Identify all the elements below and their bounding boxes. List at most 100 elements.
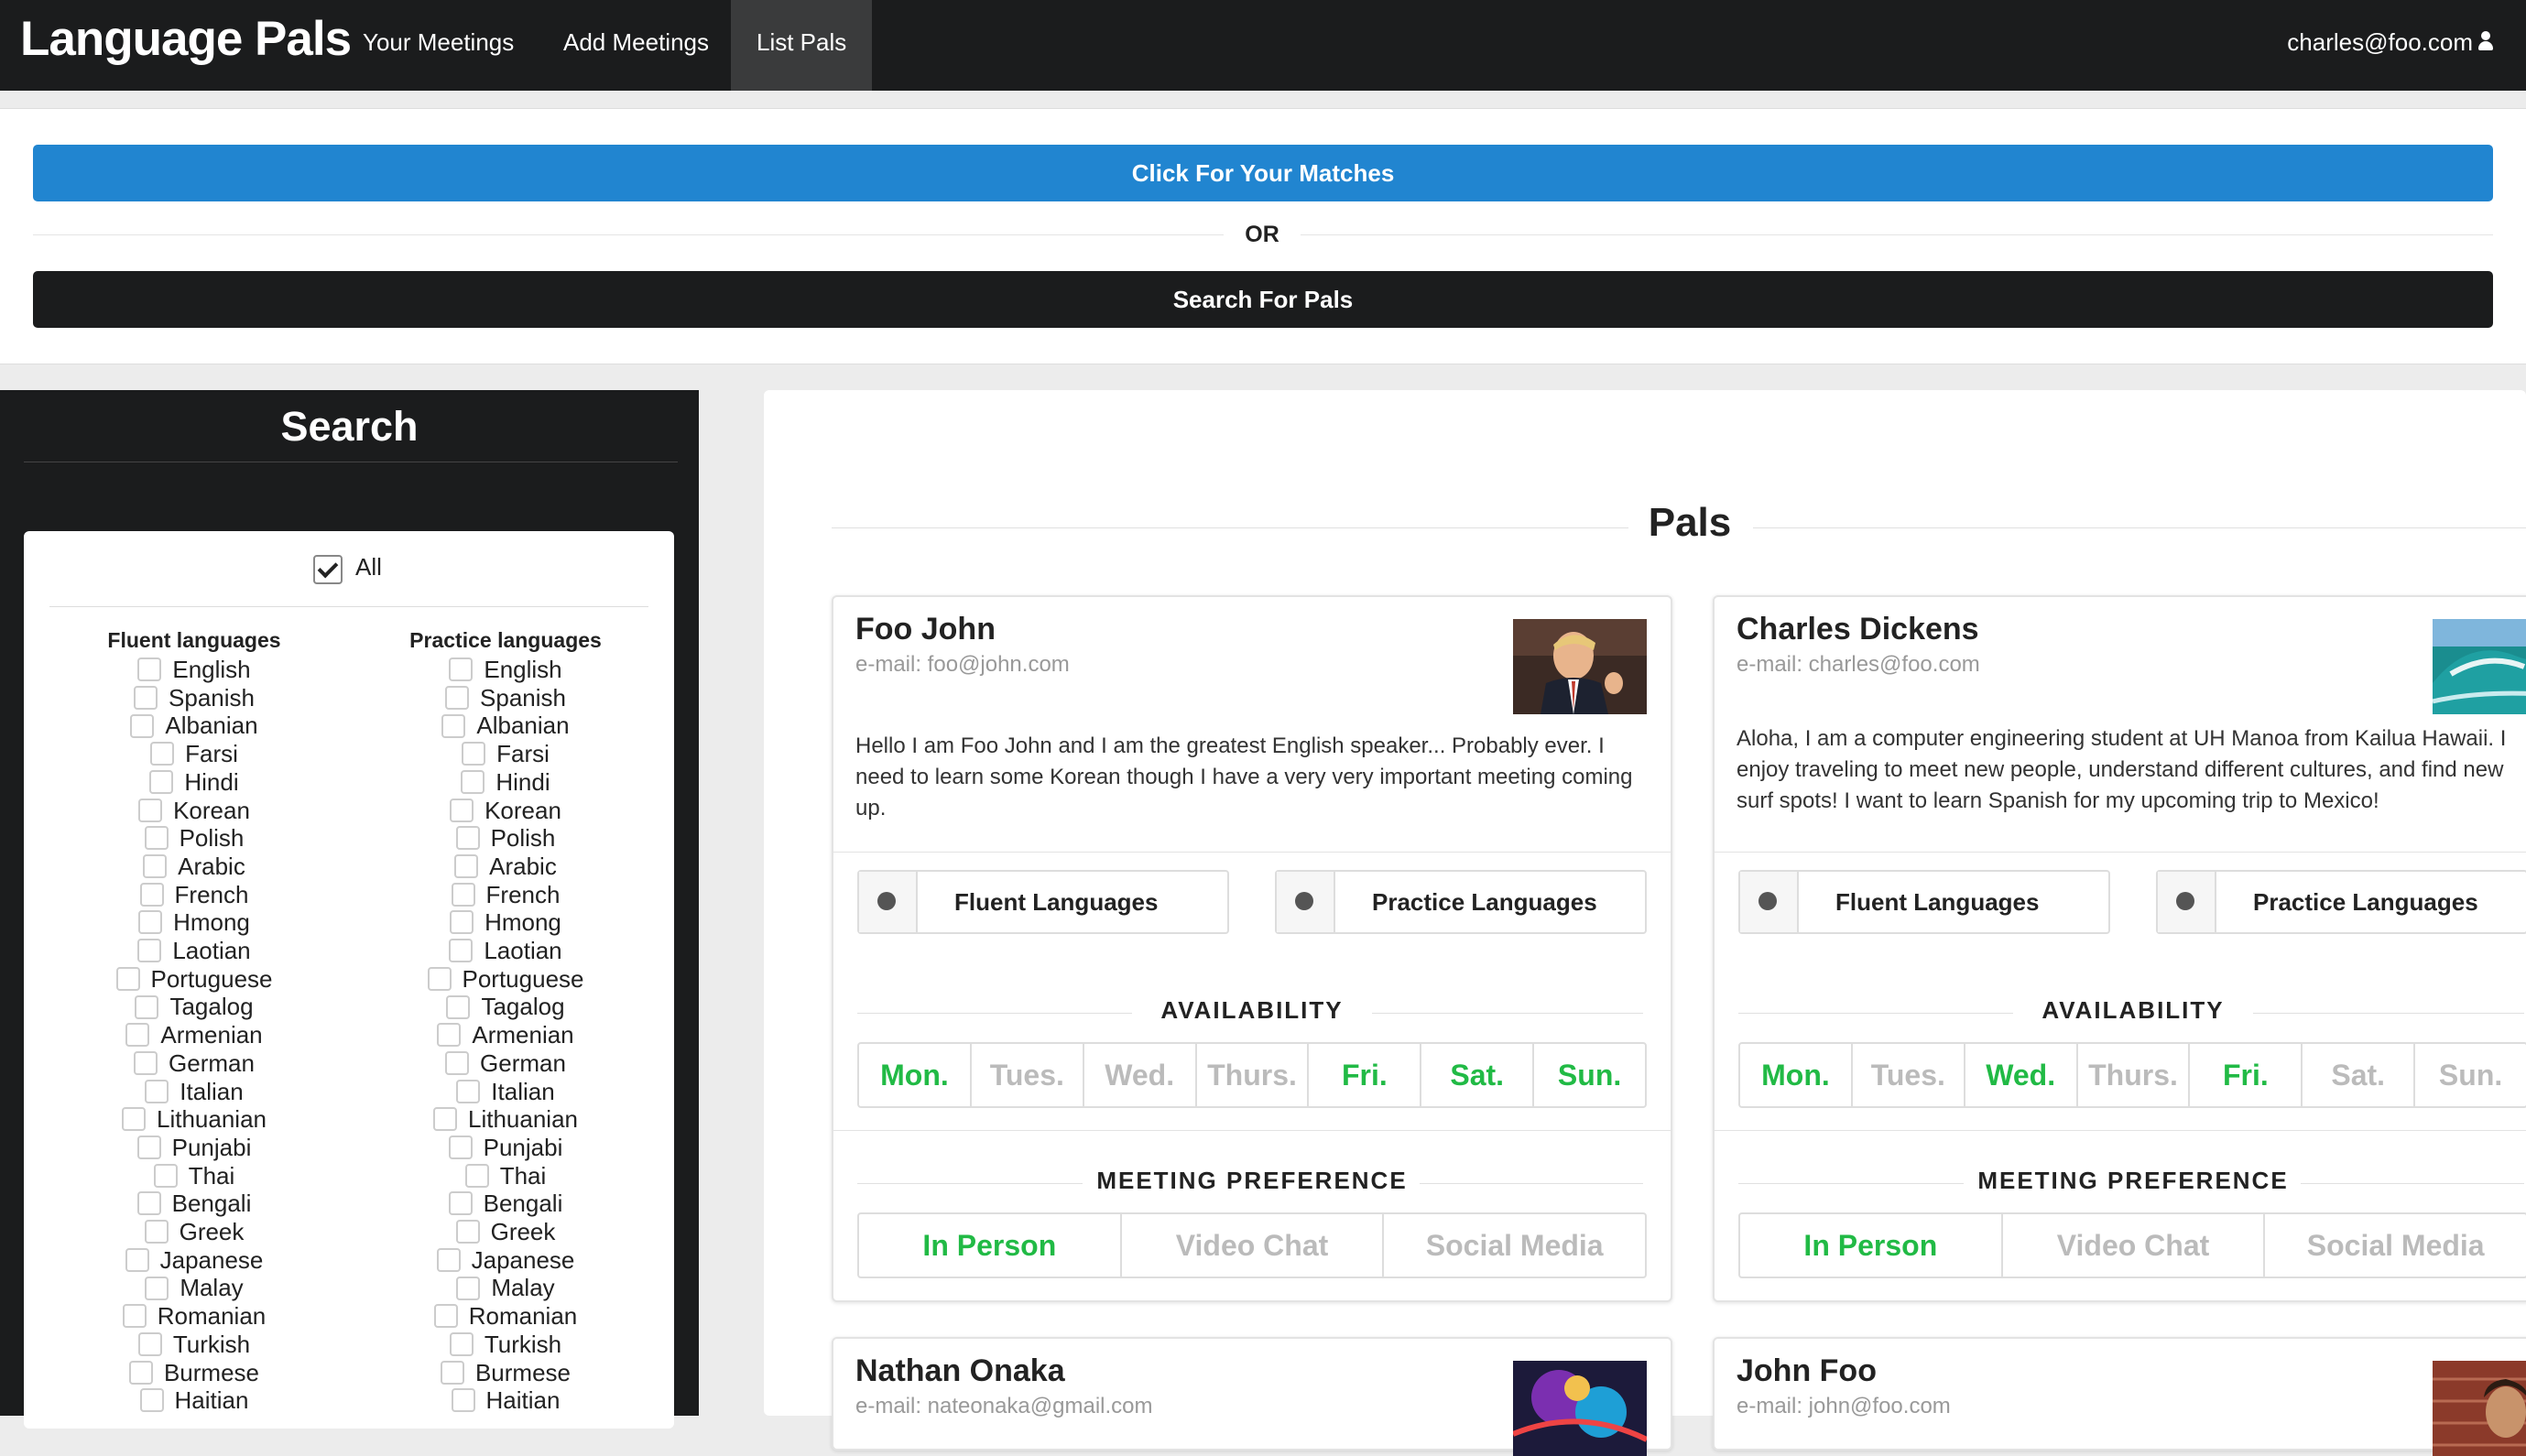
practice-language-checkbox[interactable] [451, 882, 475, 907]
practice-language-option[interactable]: Portuguese [387, 965, 625, 993]
fluent-language-option[interactable]: Punjabi [75, 1134, 313, 1161]
practice-language-option[interactable]: Hmong [387, 908, 625, 936]
practice-language-checkbox[interactable] [433, 1107, 457, 1132]
fluent-language-option[interactable]: Farsi [75, 740, 313, 767]
fluent-language-checkbox[interactable] [128, 1360, 153, 1385]
fluent-language-option[interactable]: Hindi [75, 768, 313, 796]
practice-language-option[interactable]: English [387, 656, 625, 683]
nav-list-pals[interactable]: List Pals [731, 0, 873, 91]
fluent-language-option[interactable]: Korean [75, 797, 313, 824]
practice-language-option[interactable]: Romanian [387, 1302, 625, 1330]
fluent-language-checkbox[interactable] [139, 882, 164, 907]
practice-language-option[interactable]: Turkish [387, 1331, 625, 1358]
practice-language-checkbox[interactable] [441, 713, 466, 738]
practice-language-checkbox[interactable] [437, 1023, 462, 1048]
practice-language-option[interactable]: Korean [387, 797, 625, 824]
fluent-language-checkbox[interactable] [130, 713, 155, 738]
practice-language-checkbox[interactable] [462, 742, 486, 766]
fluent-language-checkbox[interactable] [115, 966, 140, 991]
fluent-language-checkbox[interactable] [145, 1079, 169, 1103]
practice-language-checkbox[interactable] [446, 994, 471, 1019]
fluent-language-checkbox[interactable] [143, 854, 168, 879]
practice-language-option[interactable]: Polish [387, 824, 625, 852]
practice-language-checkbox[interactable] [455, 1220, 480, 1244]
matches-button[interactable]: Click For Your Matches [33, 145, 2493, 201]
fluent-language-option[interactable]: Haitian [75, 1386, 313, 1414]
fluent-language-option[interactable]: Hmong [75, 908, 313, 936]
fluent-language-option[interactable]: French [75, 881, 313, 908]
practice-language-checkbox[interactable] [427, 966, 452, 991]
fluent-language-checkbox[interactable] [134, 685, 158, 710]
practice-language-checkbox[interactable] [456, 1276, 481, 1300]
fluent-language-option[interactable]: Arabic [75, 853, 313, 880]
fluent-language-checkbox[interactable] [136, 1191, 161, 1216]
practice-languages-button[interactable]: Practice Languages [1275, 870, 1647, 934]
fluent-language-option[interactable]: Greek [75, 1218, 313, 1245]
practice-language-option[interactable]: Haitian [387, 1386, 625, 1414]
practice-language-checkbox[interactable] [456, 1079, 481, 1103]
practice-language-option[interactable]: Thai [387, 1162, 625, 1190]
practice-language-checkbox[interactable] [464, 1163, 489, 1188]
fluent-language-option[interactable]: Turkish [75, 1331, 313, 1358]
fluent-language-option[interactable]: Polish [75, 824, 313, 852]
practice-language-checkbox[interactable] [433, 1304, 458, 1329]
practice-language-checkbox[interactable] [451, 1388, 475, 1413]
search-pals-button[interactable]: Search For Pals [33, 271, 2493, 328]
fluent-language-checkbox[interactable] [138, 910, 163, 935]
fluent-language-checkbox[interactable] [134, 1050, 158, 1075]
practice-language-option[interactable]: Albanian [387, 712, 625, 739]
fluent-language-option[interactable]: German [75, 1049, 313, 1077]
practice-language-option[interactable]: Hindi [387, 768, 625, 796]
fluent-languages-button[interactable]: Fluent Languages [1738, 870, 2110, 934]
practice-language-option[interactable]: Farsi [387, 740, 625, 767]
practice-language-option[interactable]: Lithuanian [387, 1105, 625, 1133]
fluent-language-option[interactable]: Portuguese [75, 965, 313, 993]
fluent-language-option[interactable]: Albanian [75, 712, 313, 739]
fluent-language-option[interactable]: Japanese [75, 1246, 313, 1274]
fluent-language-option[interactable]: Burmese [75, 1359, 313, 1386]
practice-language-option[interactable]: Laotian [387, 937, 625, 964]
practice-language-option[interactable]: German [387, 1049, 625, 1077]
practice-language-checkbox[interactable] [449, 939, 474, 963]
fluent-languages-button[interactable]: Fluent Languages [857, 870, 1229, 934]
fluent-language-checkbox[interactable] [125, 1023, 150, 1048]
fluent-language-option[interactable]: Romanian [75, 1302, 313, 1330]
fluent-language-option[interactable]: English [75, 656, 313, 683]
practice-language-checkbox[interactable] [454, 854, 479, 879]
fluent-language-checkbox[interactable] [145, 1276, 169, 1300]
practice-language-checkbox[interactable] [445, 1050, 470, 1075]
practice-language-checkbox[interactable] [450, 910, 474, 935]
fluent-language-checkbox[interactable] [122, 1304, 147, 1329]
fluent-language-checkbox[interactable] [136, 1135, 161, 1160]
all-checkbox[interactable] [313, 555, 343, 584]
fluent-language-checkbox[interactable] [144, 826, 169, 851]
fluent-language-checkbox[interactable] [137, 657, 162, 682]
practice-language-option[interactable]: Spanish [387, 684, 625, 712]
practice-language-option[interactable]: Burmese [387, 1359, 625, 1386]
practice-language-option[interactable]: Arabic [387, 853, 625, 880]
fluent-language-option[interactable]: Malay [75, 1274, 313, 1301]
practice-language-option[interactable]: French [387, 881, 625, 908]
fluent-language-checkbox[interactable] [137, 939, 162, 963]
fluent-language-option[interactable]: Tagalog [75, 993, 313, 1020]
practice-language-checkbox[interactable] [449, 657, 474, 682]
practice-language-option[interactable]: Italian [387, 1078, 625, 1105]
practice-language-checkbox[interactable] [449, 1331, 474, 1356]
brand-logo[interactable]: Language Pals [20, 11, 352, 67]
practice-languages-button[interactable]: Practice Languages [2156, 870, 2526, 934]
practice-language-option[interactable]: Bengali [387, 1190, 625, 1217]
fluent-language-checkbox[interactable] [139, 1388, 164, 1413]
fluent-language-checkbox[interactable] [137, 1331, 162, 1356]
practice-language-option[interactable]: Punjabi [387, 1134, 625, 1161]
practice-language-checkbox[interactable] [448, 1135, 473, 1160]
fluent-language-option[interactable]: Armenian [75, 1021, 313, 1049]
practice-language-checkbox[interactable] [440, 1360, 464, 1385]
fluent-language-option[interactable]: Bengali [75, 1190, 313, 1217]
fluent-language-option[interactable]: Spanish [75, 684, 313, 712]
practice-language-option[interactable]: Malay [387, 1274, 625, 1301]
fluent-language-checkbox[interactable] [153, 1163, 178, 1188]
fluent-language-checkbox[interactable] [144, 1220, 169, 1244]
practice-language-checkbox[interactable] [461, 769, 485, 794]
practice-language-checkbox[interactable] [445, 685, 470, 710]
practice-language-option[interactable]: Japanese [387, 1246, 625, 1274]
